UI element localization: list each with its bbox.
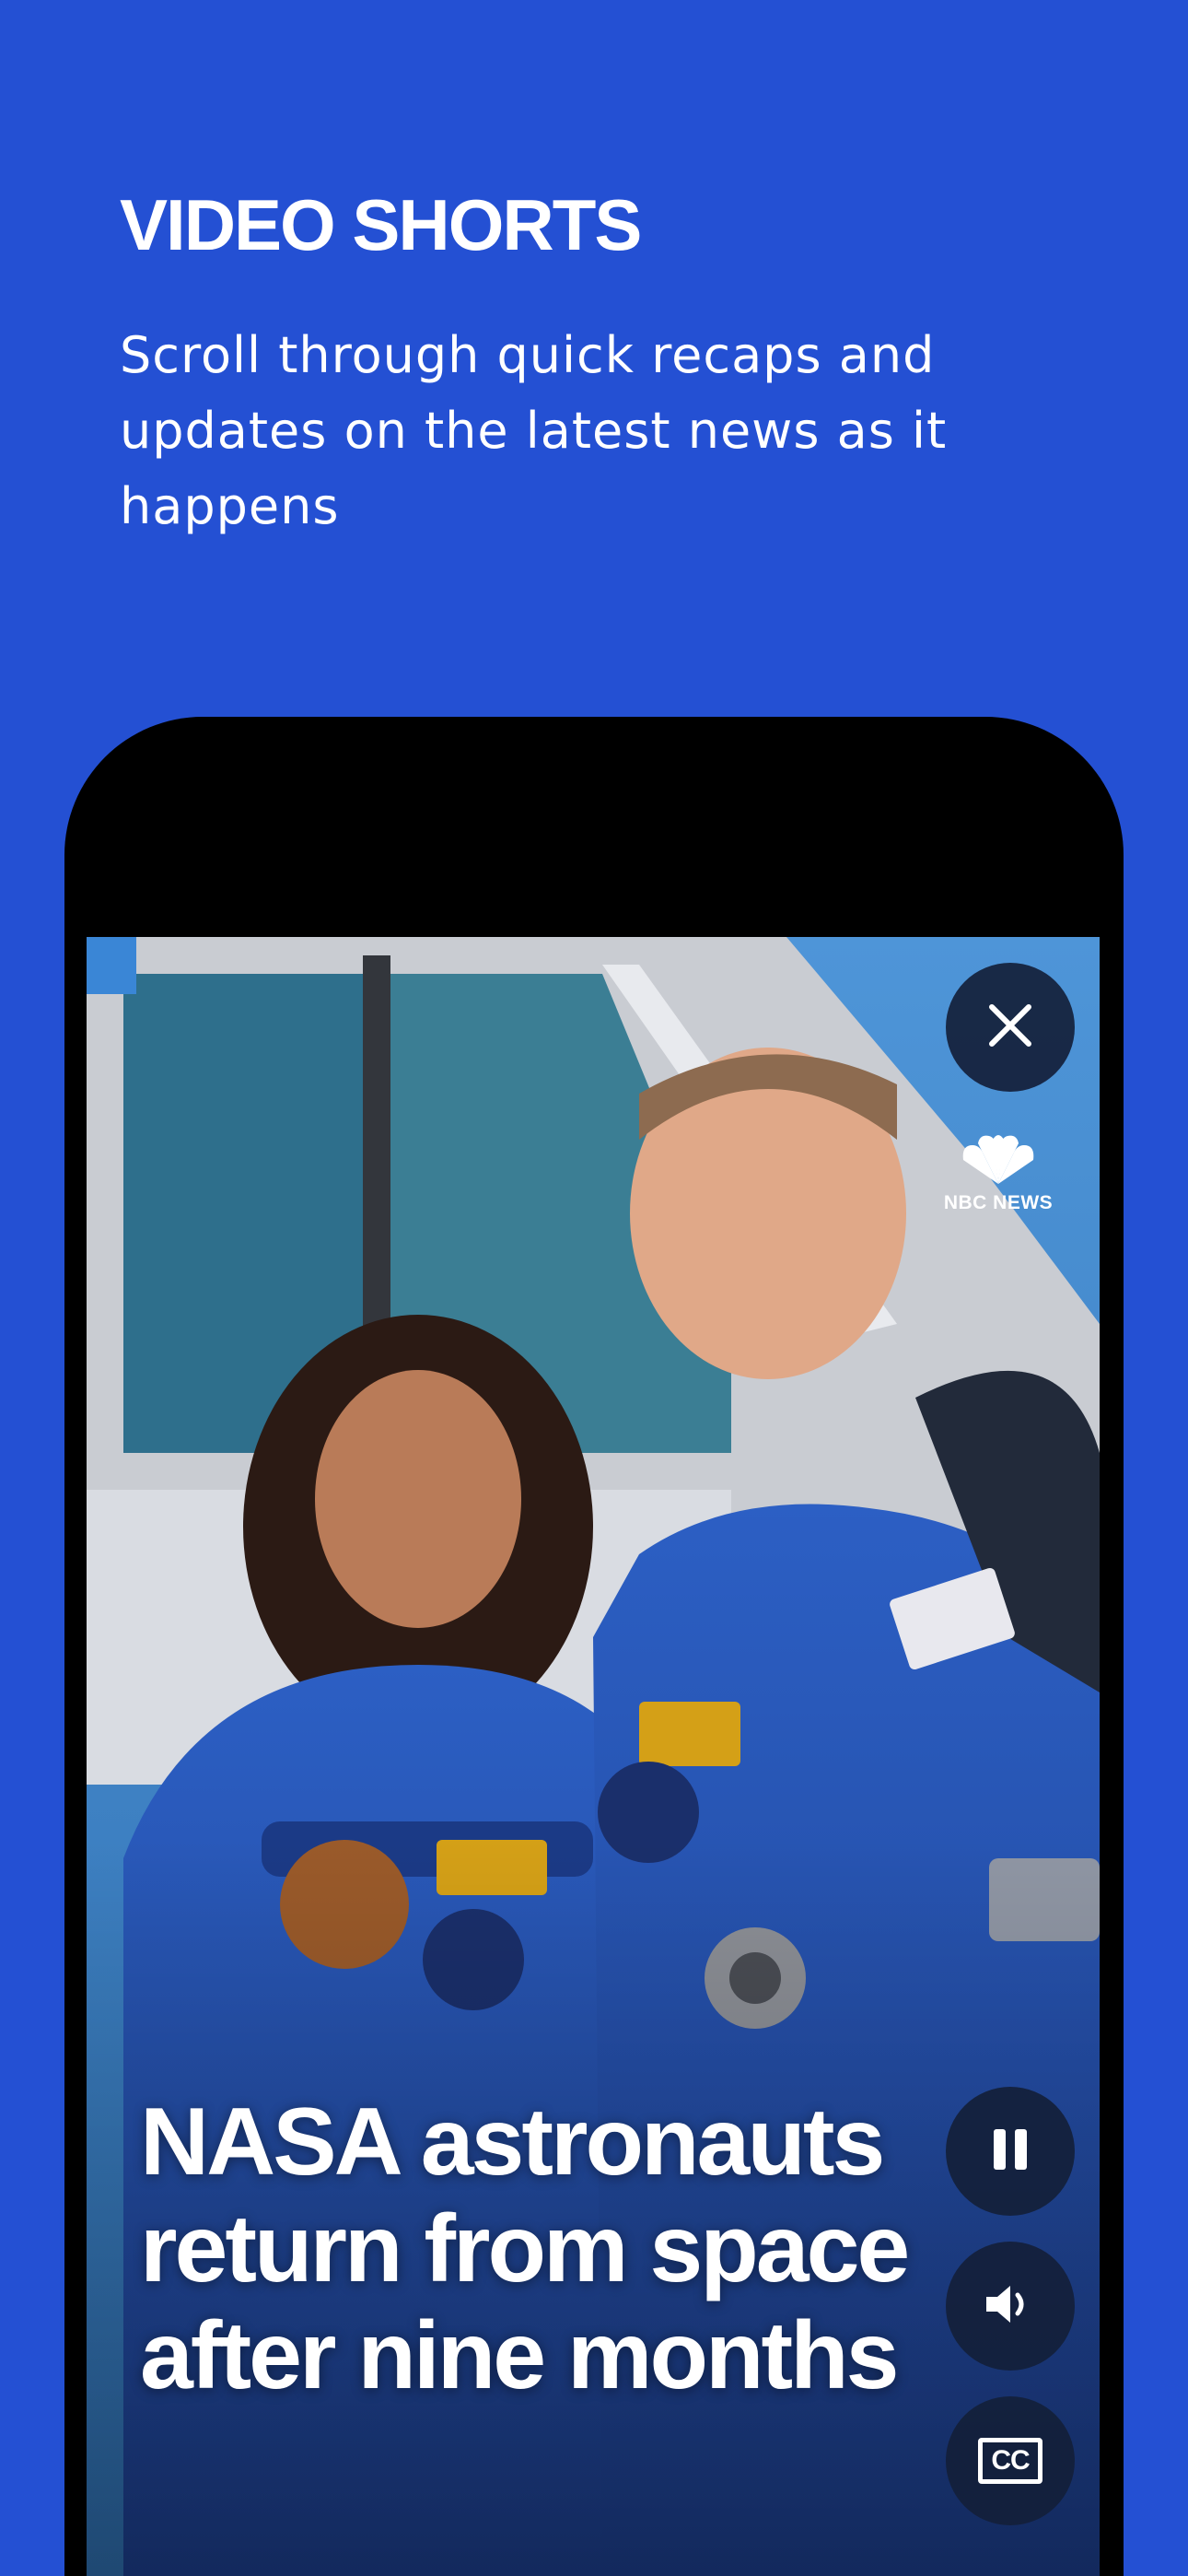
onboarding-screen: VIDEO SHORTS Scroll through quick recaps… [0,0,1188,2576]
captions-button[interactable]: CC [946,2396,1075,2525]
logo-text: NBC NEWS [943,1192,1054,1213]
pause-button[interactable] [946,2087,1075,2216]
pause-icon [988,2125,1032,2178]
video-headline: NASA astronauts return from space after … [140,2089,910,2409]
close-button[interactable] [946,963,1075,1092]
promo-title: VIDEO SHORTS [120,184,642,265]
progress-indicator [87,937,136,994]
peacock-icon [962,1135,1034,1184]
video-player[interactable]: NBC NEWS NASA astronauts return from spa… [87,937,1100,2576]
captions-icon: CC [978,2438,1042,2484]
close-icon [986,1001,1034,1054]
promo-description: Scroll through quick recaps and updates … [120,326,948,535]
volume-icon [983,2280,1038,2333]
nbc-news-logo: NBC NEWS [943,1132,1054,1214]
volume-button[interactable] [946,2242,1075,2371]
captions-label: CC [991,2445,1030,2476]
